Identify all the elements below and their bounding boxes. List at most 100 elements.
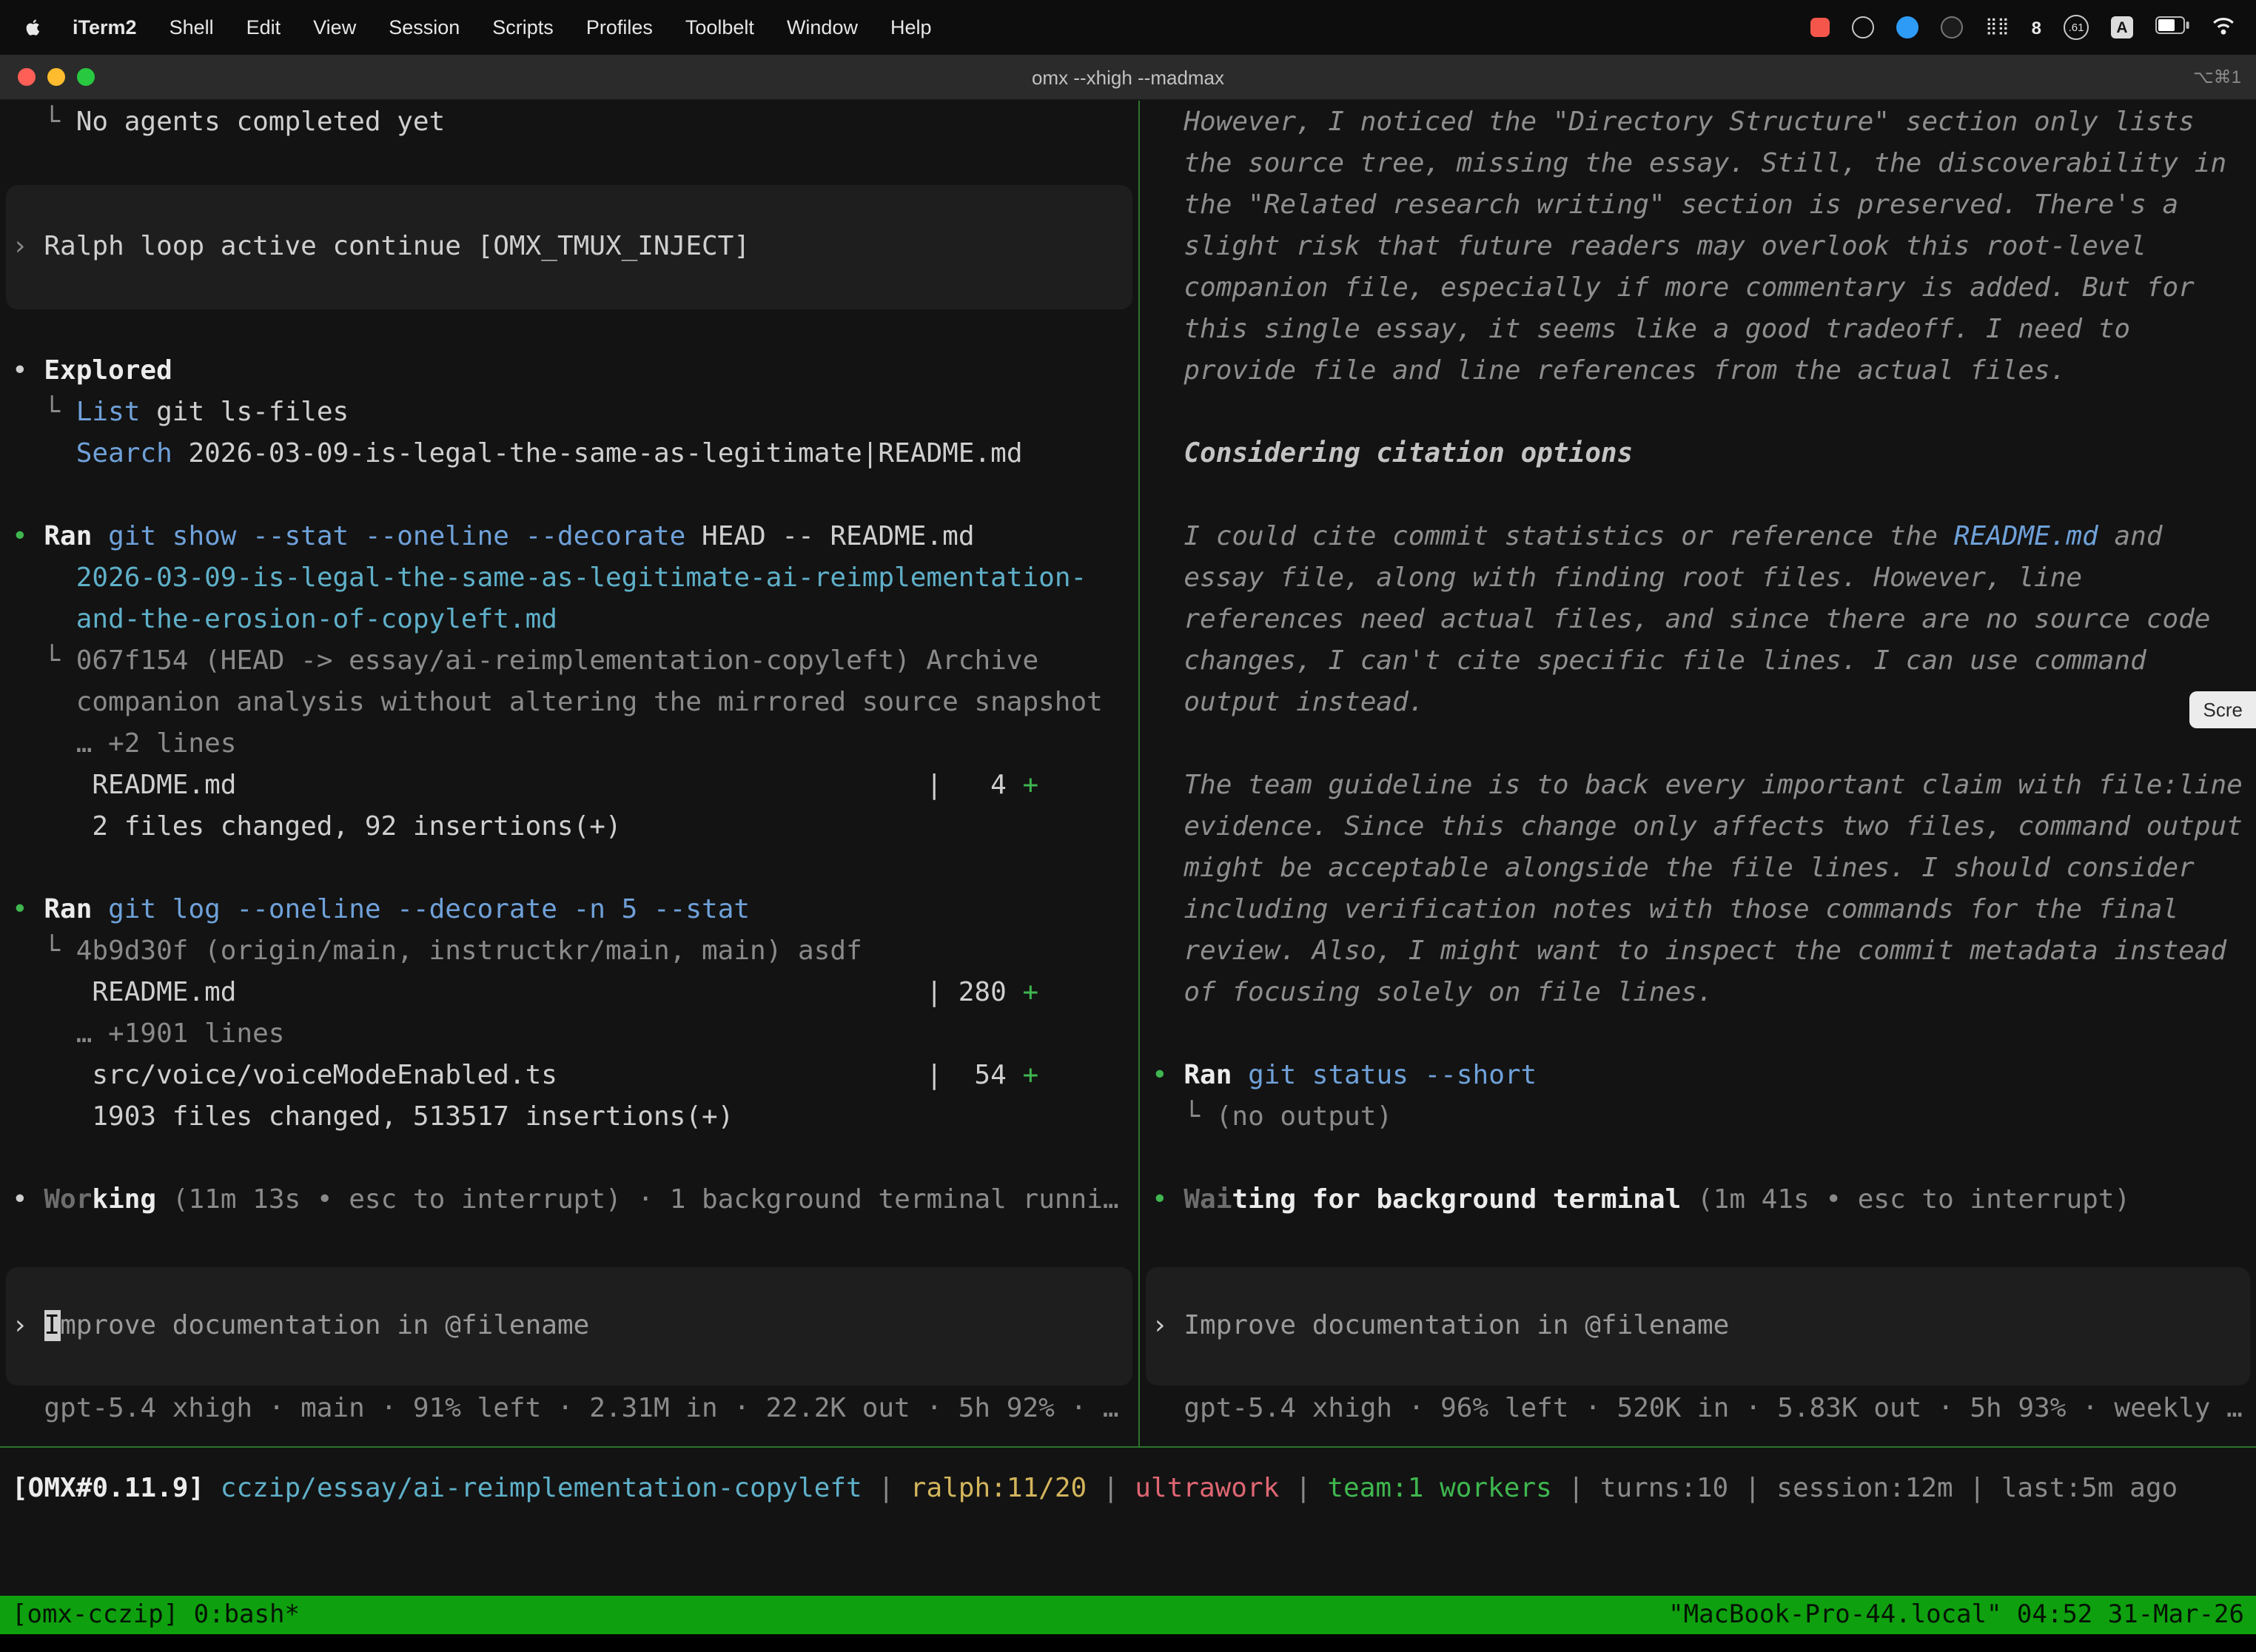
screen-bottom-strip [0, 1634, 2256, 1652]
terminal-pane-right[interactable]: However, I noticed the "Directory Struct… [1140, 101, 2256, 1446]
terminal-line: └ List git ls-files [0, 392, 1138, 434]
text-segment: 2026-03-09-is-legal-the-same-as-legitima… [172, 438, 1023, 469]
menu-item-session[interactable]: Session [372, 16, 476, 38]
macos-menubar: iTerm2 Shell Edit View Session Scripts P… [0, 0, 2256, 55]
text-segment: List [76, 397, 141, 428]
terminal-line: essay file, along with finding root file… [1140, 558, 2256, 600]
terminal-line: the "Related research writing" section i… [1140, 185, 2256, 226]
text-segment [1681, 1184, 1697, 1215]
menu-item-edit[interactable]: Edit [230, 16, 298, 38]
text-segment: changes, I can't cite specific file line… [1152, 645, 2146, 676]
bullet: • [12, 894, 44, 925]
terminal-line: Considering citation options [1140, 434, 2256, 475]
screen-recording-indicator-icon[interactable] [1810, 18, 1830, 37]
text-segment [12, 563, 76, 594]
window-titlebar[interactable]: omx --xhigh --madmax ⌥⌘1 [0, 55, 2256, 101]
menu-item-shell[interactable]: Shell [153, 16, 230, 38]
session-stats-line: gpt-5.4 xhigh · 96% left · 520K in · 5.8… [1140, 1389, 2256, 1430]
battery-icon[interactable] [2155, 16, 2189, 38]
terminal-line: Search 2026-03-09-is-legal-the-same-as-l… [0, 434, 1138, 475]
terminal-line: 2026-03-09-is-legal-the-same-as-legitima… [0, 558, 1138, 600]
terminal-line: … +2 lines [0, 724, 1138, 765]
text-segment: king [92, 1184, 156, 1215]
menu-item-help[interactable]: Help [874, 16, 948, 38]
text-segment: and-the-erosion-of-copyleft.md [76, 604, 557, 635]
menu-item-scripts[interactable]: Scripts [476, 16, 570, 38]
menu-extra-ring-icon[interactable] [1852, 16, 1874, 38]
terminal-line: I could cite commit statistics or refere… [1140, 517, 2256, 558]
text-segment: README.md | 4 [12, 770, 1022, 801]
terminal-line: • Ran git log --oneline --decorate -n 5 … [0, 890, 1138, 931]
battery-percent-icon[interactable]: .61 [2064, 15, 2089, 40]
spacer [1140, 724, 2256, 765]
tmux-host-clock: "MacBook-Pro-44.local" 04:52 31-Mar-26 [1668, 1600, 2244, 1630]
terminal-pane-left[interactable]: └ No agents completed yet› Ralph loop ac… [0, 101, 1138, 1446]
text-segment: └ [12, 645, 76, 676]
tmux-session-window[interactable]: [omx-cczip] 0:bash* [12, 1600, 300, 1630]
terminal-line: slight risk that future readers may over… [1140, 226, 2256, 268]
terminal-line: changes, I can't cite specific file line… [1140, 641, 2256, 682]
terminal-line: companion file, especially if more comme… [1140, 268, 2256, 309]
macos-screen: iTerm2 Shell Edit View Session Scripts P… [0, 0, 2256, 1652]
terminal-line: of focusing solely on file lines. [1140, 973, 2256, 1014]
text-segment: Ran [44, 894, 92, 925]
menu-item-window[interactable]: Window [771, 16, 874, 38]
omx-statusbar: [OMX#0.11.9] cczip/essay/ai-reimplementa… [0, 1448, 2256, 1510]
prompt-input-box[interactable]: › Improve documentation in @filename [6, 1267, 1132, 1386]
text-segment: (1m 41s • esc to interrupt) [1697, 1184, 2130, 1215]
team-badge: team:1 workers [1327, 1473, 1551, 1504]
close-window-button[interactable] [18, 68, 36, 86]
text-segment: gpt-5.4 xhigh · main · 91% left · 2.31M … [12, 1393, 1119, 1424]
minimize-window-button[interactable] [47, 68, 65, 86]
spacer [1140, 1221, 2256, 1267]
text-segment: including verification notes with those … [1152, 894, 2178, 925]
text-segment: review. Also, I might want to inspect th… [1152, 936, 2226, 967]
text-segment: └ [12, 107, 76, 138]
menu-item-toolbelt[interactable]: Toolbelt [669, 16, 771, 38]
text-segment: evidence. Since this change only affects… [1152, 811, 2243, 842]
terminal-bottom-gap [0, 1510, 2256, 1596]
apple-menu-icon[interactable] [21, 16, 56, 38]
text-segment: · 1 background terminal runni… [622, 1184, 1119, 1215]
text-segment: The team guideline is to back every impo… [1152, 770, 2243, 801]
grid-dots-icon[interactable]: ⣿⣿ [1985, 18, 2009, 37]
bullet: • [1152, 1184, 1184, 1215]
menu-item-iterm2[interactable]: iTerm2 [56, 16, 153, 38]
text-segment: | [1953, 1473, 2001, 1504]
spacer [0, 1221, 1138, 1267]
text-segment: However, I noticed the "Directory Struct… [1152, 107, 2195, 138]
text-segment: | [862, 1473, 910, 1504]
prompt-input-line: › Improve documentation in @filename [1146, 1306, 2250, 1347]
menu-item-profiles[interactable]: Profiles [570, 16, 669, 38]
spacer [1140, 392, 2256, 434]
keyboard-layout-icon[interactable]: A [2111, 16, 2133, 38]
terminal-line: evidence. Since this change only affects… [1140, 807, 2256, 848]
text-segment: | [1728, 1473, 1776, 1504]
menu-extra-blue-app-icon[interactable] [1896, 16, 1918, 38]
text-segment [12, 438, 76, 469]
tmux-statusbar: [omx-cczip] 0:bash* "MacBook-Pro-44.loca… [0, 1596, 2256, 1634]
menu-extra-dark-app-icon[interactable] [1941, 16, 1963, 38]
text-segment: the "Related research writing" section i… [1152, 189, 2178, 221]
spacer [1140, 1014, 2256, 1055]
screen-edge-tooltip[interactable]: Scre [2190, 691, 2256, 728]
text-segment [156, 1184, 172, 1215]
zoom-window-button[interactable] [77, 68, 95, 86]
menu-item-view[interactable]: View [297, 16, 372, 38]
prompt-chevron: › [12, 1310, 44, 1341]
prompt-input-box[interactable]: › Improve documentation in @filename [1146, 1267, 2250, 1386]
text-segment: README.md [1954, 521, 2098, 552]
wifi-icon[interactable] [2212, 16, 2235, 39]
text-segment: README.md | 280 [12, 977, 1022, 1008]
text-segment: companion analysis without altering the … [12, 687, 1103, 718]
window-title: omx --xhigh --madmax [1032, 66, 1224, 88]
text-segment [12, 604, 76, 635]
text-segment: I could cite commit statistics or refere… [1152, 521, 1954, 552]
numeral-8-status-icon[interactable]: 8 [2032, 17, 2041, 38]
text-segment: + [1022, 1060, 1038, 1091]
terminal-line: └ (no output) [1140, 1097, 2256, 1138]
text-segment: Search [76, 438, 172, 469]
terminal-line: src/voice/voiceModeEnabled.ts | 54 + [0, 1055, 1138, 1097]
spacer [0, 144, 1138, 185]
text-segment: … +1901 lines [12, 1018, 284, 1050]
